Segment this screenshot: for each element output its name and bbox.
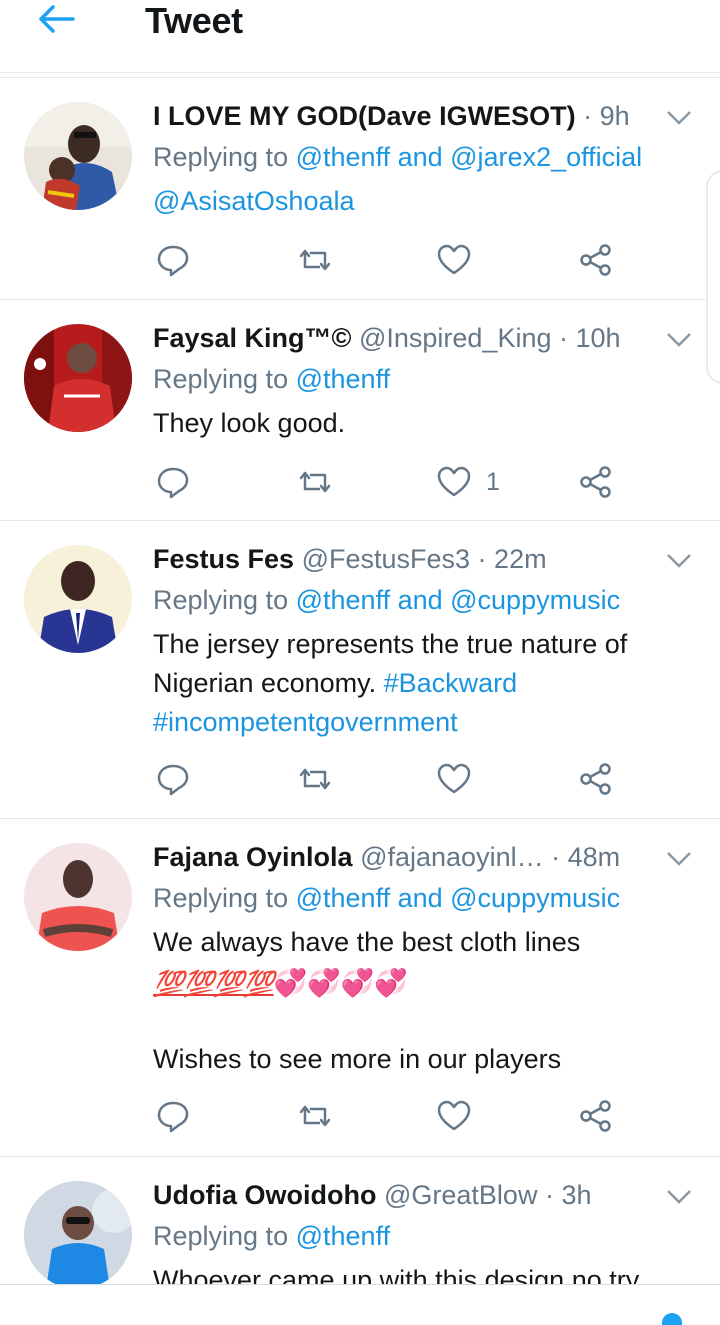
share-icon[interactable] [578,761,614,797]
tweet-item[interactable]: I LOVE MY GOD(Dave IGWESOT) · 9h Replyin… [0,77,720,300]
top-bar: Tweet [0,0,720,73]
tweet-header: Faysal King™© @Inspired_King · 10h [153,323,621,353]
timestamp[interactable]: 9h [600,101,630,131]
tweet-item[interactable]: Udofia Owoidoho @GreatBlow · 3h Replying… [0,1156,720,1285]
tweet-text: The jersey represents the true nature of [153,629,628,659]
chevron-down-icon[interactable] [666,110,692,126]
share-icon[interactable] [578,464,614,500]
timestamp[interactable]: 3h [561,1180,591,1210]
mention-link[interactable]: @thenff and @cuppymusic [296,585,621,615]
user-handle[interactable]: @fajanaoyinl… [360,842,544,872]
tweet-item[interactable]: Festus Fes @FestusFes3 · 22m Replying to… [0,520,720,819]
tweet-header: Fajana Oyinlola @fajanaoyinl… · 48m [153,842,621,872]
tweet-text: They look good. [153,408,346,438]
share-icon[interactable] [578,242,614,278]
reply-icon[interactable] [155,761,191,797]
user-name[interactable]: Fajana Oyinlola [153,842,353,872]
retweet-icon[interactable] [297,464,333,500]
tweet-actions [0,1098,720,1138]
retweet-icon[interactable] [297,761,333,797]
timestamp[interactable]: 10h [576,323,621,353]
like-icon[interactable] [436,1098,472,1134]
back-button[interactable] [36,4,76,34]
reply-composer-bar[interactable] [0,1284,720,1325]
mention-link[interactable]: @AsisatOshoala [153,186,355,216]
share-icon[interactable] [578,1098,614,1134]
chevron-down-icon[interactable] [666,1189,692,1205]
tweet-actions: 1 [0,464,720,504]
retweet-icon[interactable] [297,242,333,278]
avatar[interactable] [24,1181,132,1285]
tweet-item[interactable]: Faysal King™© @Inspired_King · 10h Reply… [0,299,720,522]
mention-link[interactable]: @thenff and @cuppymusic [296,883,621,913]
tweet-text: Wishes to see more in our players [153,1044,562,1074]
avatar[interactable] [24,324,132,432]
chevron-down-icon[interactable] [666,553,692,569]
chevron-down-icon[interactable] [666,332,692,348]
hashtag-link[interactable]: #incompetentgovernment [153,707,458,738]
tweet-header: Festus Fes @FestusFes3 · 22m [153,544,547,574]
like-icon[interactable] [436,242,472,278]
replying-to-cont: @AsisatOshoala [153,186,355,217]
side-panel-edge [706,170,720,384]
user-handle[interactable]: @Inspired_King [359,323,552,353]
hearts-emoji: 💞💞💞💞 [273,968,408,998]
reply-icon[interactable] [155,242,191,278]
replying-to: Replying to @thenff [153,364,391,394]
replying-to: Replying to @thenff and @cuppymusic [153,883,621,913]
like-icon[interactable] [436,464,472,500]
reply-icon[interactable] [155,464,191,500]
tweet-text-line: Nigerian economy. #Backward [153,668,518,698]
tweet-actions [0,242,720,282]
emoji-line: 💯💯💯💯💞💞💞💞 [153,967,408,999]
compose-button-edge[interactable] [662,1313,682,1325]
user-name[interactable]: Faysal King™© [153,323,351,353]
timestamp[interactable]: 48m [568,842,621,872]
user-name[interactable]: Udofia Owoidoho [153,1180,376,1210]
tweet-header: I LOVE MY GOD(Dave IGWESOT) · 9h [153,101,630,131]
tweet-header: Udofia Owoidoho @GreatBlow · 3h [153,1180,592,1210]
avatar[interactable] [24,545,132,653]
tweet-item[interactable]: Fajana Oyinlola @fajanaoyinl… · 48m Repl… [0,818,720,1157]
hundred-emoji: 💯💯💯💯 [153,970,275,998]
tweet-text: Whoever came up with this design no try [153,1265,640,1285]
avatar[interactable] [24,102,132,210]
page-title: Tweet [145,0,243,41]
timestamp[interactable]: 22m [494,544,547,574]
user-name[interactable]: I LOVE MY GOD(Dave IGWESOT) [153,101,576,131]
tweet-actions [0,761,720,801]
user-name[interactable]: Festus Fes [153,544,294,574]
retweet-icon[interactable] [297,1098,333,1134]
hashtag-link[interactable]: #Backward [384,668,518,698]
mention-link[interactable]: @thenff [296,1221,390,1251]
avatar[interactable] [24,843,132,951]
tweet-text: We always have the best cloth lines [153,927,581,957]
mention-link[interactable]: @thenff and @jarex2_official [296,142,643,172]
arrow-left-icon [39,5,75,33]
like-count: 1 [486,468,500,496]
replying-to: Replying to @thenff [153,1221,391,1251]
replying-to: Replying to @thenff and @jarex2_official [153,142,643,172]
reply-icon[interactable] [155,1098,191,1134]
mention-link[interactable]: @thenff [296,364,390,394]
replying-to: Replying to @thenff and @cuppymusic [153,585,621,615]
user-handle[interactable]: @GreatBlow [384,1180,537,1210]
like-icon[interactable] [436,761,472,797]
chevron-down-icon[interactable] [666,851,692,867]
user-handle[interactable]: @FestusFes3 [302,544,470,574]
